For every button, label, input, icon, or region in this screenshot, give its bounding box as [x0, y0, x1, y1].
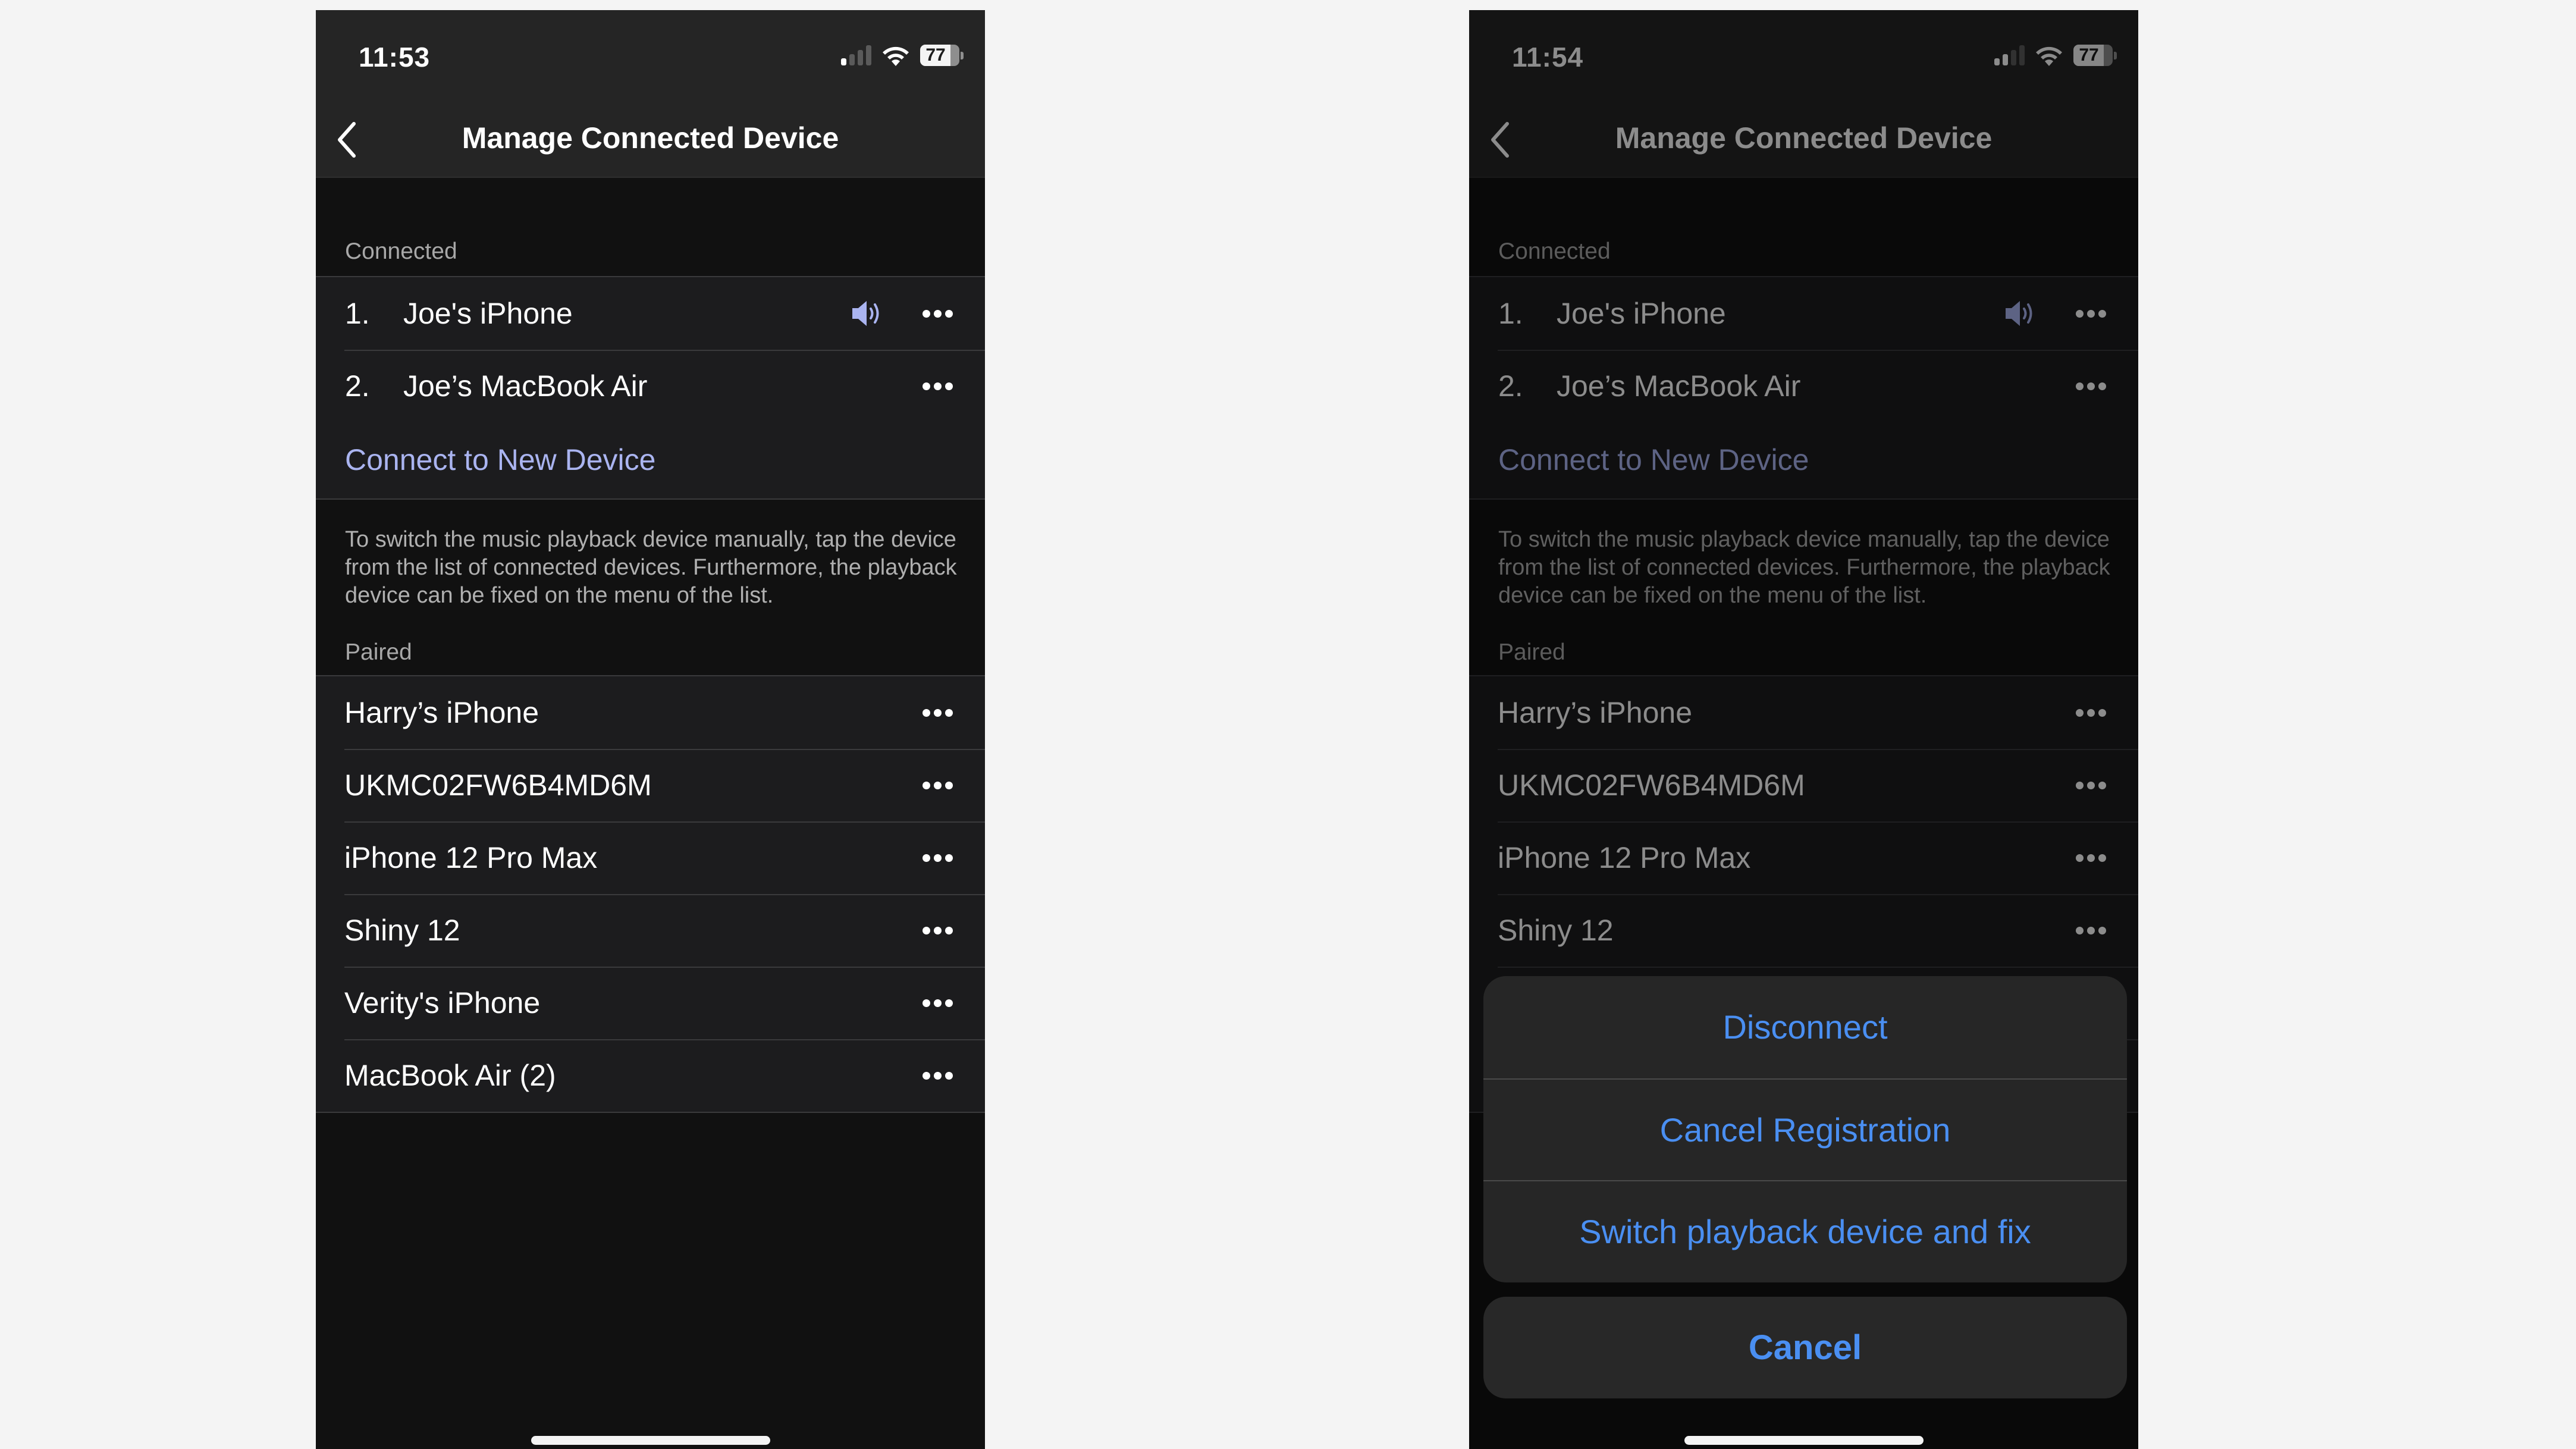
ellipsis-dot	[933, 309, 942, 318]
phone-screen-action-sheet: 11:54 77 Manage Connected Device Connect…	[1469, 10, 2138, 1449]
speaker-playing-icon	[849, 296, 885, 331]
top-bar: 11:53 77 Manage Connected Device	[316, 10, 985, 178]
page-title: Manage Connected Device	[462, 121, 839, 155]
device-index: 2.	[345, 369, 370, 403]
device-name: iPhone 12 Pro Max	[344, 841, 598, 874]
ellipsis-dot	[945, 854, 953, 862]
connect-new-device-label: Connect to New Device	[345, 443, 656, 476]
action-sheet-cancel-button[interactable]: Cancel	[1483, 1297, 2127, 1398]
more-options-button[interactable]	[920, 695, 955, 730]
device-name: UKMC02FW6B4MD6M	[344, 769, 652, 802]
paired-device-row[interactable]: UKMC02FW6B4MD6M	[316, 749, 985, 821]
connected-device-list: 1. Joe's iPhone 2. Joe’s MacBook Air	[316, 276, 985, 424]
ellipsis-dot	[922, 309, 930, 318]
more-options-button[interactable]	[920, 1058, 955, 1093]
device-name: Shiny 12	[344, 914, 460, 947]
status-time: 11:53	[359, 42, 431, 73]
ellipsis-dot	[922, 708, 930, 717]
ellipsis-dot	[933, 1071, 942, 1080]
connected-device-row[interactable]: 2. Joe’s MacBook Air	[316, 350, 985, 422]
ellipsis-dot	[945, 708, 953, 717]
device-name: Harry’s iPhone	[344, 696, 539, 729]
device-name: Joe's iPhone	[403, 297, 573, 330]
more-options-button[interactable]	[920, 985, 955, 1021]
ellipsis-dot	[933, 926, 942, 934]
paired-device-row[interactable]: MacBook Air (2)	[316, 1039, 985, 1112]
more-options-button[interactable]	[920, 296, 955, 331]
home-indicator[interactable]	[531, 1436, 770, 1445]
ellipsis-dot	[945, 781, 953, 789]
phone-screen-before: 11:53 77 Manage Connected Device Connect…	[316, 10, 985, 1449]
home-indicator[interactable]	[1684, 1436, 1924, 1445]
paired-device-row[interactable]: Harry’s iPhone	[316, 676, 985, 749]
battery-icon: 77	[920, 45, 959, 66]
ellipsis-dot	[933, 854, 942, 862]
ellipsis-dot	[922, 926, 930, 934]
battery-percent: 77	[925, 45, 946, 65]
action-cancel-registration[interactable]: Cancel Registration	[1483, 1078, 2127, 1181]
ellipsis-dot	[945, 1071, 953, 1080]
ellipsis-dot	[945, 926, 953, 934]
ellipsis-dot	[945, 309, 953, 318]
more-options-button[interactable]	[920, 767, 955, 803]
battery-cap	[961, 51, 964, 59]
device-index: 1.	[345, 297, 370, 330]
ellipsis-dot	[933, 999, 942, 1007]
ellipsis-dot	[933, 382, 942, 390]
status-icons: 77	[841, 43, 964, 67]
ellipsis-dot	[933, 708, 942, 717]
ellipsis-dot	[922, 1071, 930, 1080]
ellipsis-dot	[922, 382, 930, 390]
wifi-icon	[883, 46, 909, 66]
device-name: Verity's iPhone	[344, 986, 541, 1020]
more-options-button[interactable]	[920, 368, 955, 404]
connected-device-row[interactable]: 1. Joe's iPhone	[316, 277, 985, 350]
device-name: MacBook Air (2)	[344, 1059, 556, 1092]
ellipsis-dot	[945, 999, 953, 1007]
ellipsis-dot	[933, 781, 942, 789]
section-label-connected: Connected	[345, 239, 457, 264]
action-sheet: Disconnect Cancel Registration Switch pl…	[1483, 976, 2127, 1282]
ellipsis-dot	[945, 382, 953, 390]
paired-device-list: Harry’s iPhone UKMC02FW6B4MD6M iPhone 12 P…	[316, 675, 985, 1113]
connect-new-device-button[interactable]: Connect to New Device	[316, 421, 985, 500]
ellipsis-dot	[922, 999, 930, 1007]
paired-device-row[interactable]: Verity's iPhone	[316, 967, 985, 1039]
ellipsis-dot	[922, 781, 930, 789]
paired-device-row[interactable]: iPhone 12 Pro Max	[316, 821, 985, 894]
cellular-signal-icon	[841, 45, 871, 65]
help-description: To switch the music playback device manu…	[345, 527, 957, 608]
ellipsis-dot	[922, 854, 930, 862]
paired-device-row[interactable]: Shiny 12	[316, 894, 985, 967]
action-disconnect[interactable]: Disconnect	[1483, 976, 2127, 1078]
device-name: Joe’s MacBook Air	[403, 369, 648, 403]
action-switch-playback-device-and-fix[interactable]: Switch playback device and fix	[1483, 1180, 2127, 1282]
section-label-paired: Paired	[345, 639, 412, 665]
more-options-button[interactable]	[920, 840, 955, 876]
more-options-button[interactable]	[920, 912, 955, 948]
